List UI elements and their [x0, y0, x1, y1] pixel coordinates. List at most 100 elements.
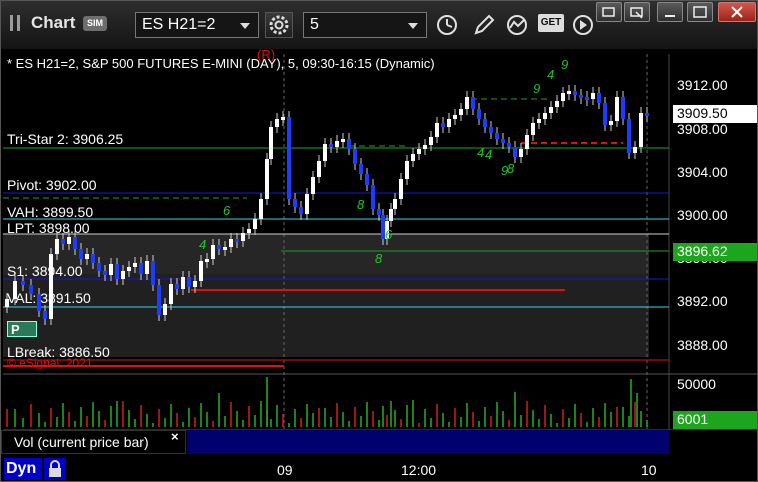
- sequence-digit: 9: [561, 57, 568, 72]
- candle-body: [317, 161, 321, 177]
- candle-body: [241, 233, 245, 241]
- sequence-digit: 4: [547, 67, 554, 82]
- candle-body: [633, 147, 637, 153]
- lock-icon: [49, 460, 61, 477]
- sequence-digit: 9: [533, 81, 540, 96]
- candle-body: [453, 115, 457, 119]
- drag-grip-icon[interactable]: [10, 15, 20, 31]
- time-label: 12:00: [401, 462, 437, 478]
- settings-button[interactable]: [265, 12, 293, 38]
- candle-body: [603, 103, 607, 125]
- minimize-button[interactable]: [657, 2, 683, 22]
- candle-body: [489, 127, 493, 133]
- interval-input[interactable]: 5: [303, 12, 427, 38]
- get-data-label: GET: [540, 17, 562, 28]
- candle-body: [371, 185, 375, 209]
- time-label: 10: [641, 462, 657, 478]
- price-axis-label: 3908.00: [677, 121, 728, 137]
- candle-body: [67, 237, 71, 244]
- candle-body: [435, 123, 439, 137]
- candle-body: [389, 209, 393, 221]
- sequence-digit: 4: [477, 145, 484, 160]
- dynamic-button[interactable]: Dyn: [4, 458, 42, 480]
- candle-body: [519, 149, 523, 157]
- candle-body: [145, 261, 149, 274]
- candle-body: [157, 285, 161, 315]
- dock-window-button[interactable]: [624, 2, 650, 22]
- play-icon[interactable]: [571, 14, 595, 36]
- candle-body: [399, 179, 403, 199]
- candle-body: [85, 254, 89, 259]
- candle-body: [43, 311, 47, 319]
- minimize-icon: [665, 15, 675, 17]
- sequence-digit: 4: [199, 237, 206, 252]
- candle-body: [73, 237, 77, 249]
- candle-body: [187, 277, 191, 287]
- sequence-digit: 6: [385, 227, 393, 242]
- candle-body: [133, 263, 137, 267]
- candle-body: [621, 97, 625, 119]
- candle-body: [627, 119, 631, 153]
- candle-body: [531, 123, 535, 135]
- sequence-digit: 8: [375, 251, 383, 266]
- close-button[interactable]: [718, 2, 756, 22]
- candle-body: [229, 239, 233, 247]
- study-legend-text: Vol (current price bar): [14, 434, 149, 450]
- lpt-label: LPT: 3898.00: [7, 220, 90, 236]
- study-panel-axis: [669, 430, 757, 454]
- tristar-label: Tri-Star 2: 3906.25: [7, 131, 124, 147]
- candle-body: [61, 239, 65, 244]
- candle-body: [281, 117, 285, 120]
- legend-close-icon[interactable]: ×: [171, 429, 179, 444]
- candle-body: [253, 219, 257, 229]
- candle-body: [91, 254, 95, 263]
- candle-body: [121, 271, 125, 279]
- chart-area[interactable]: 948964869484 * ES H21=2, S&P 500 FUTURES…: [1, 47, 758, 482]
- candle-body: [211, 245, 215, 259]
- candle-body: [495, 133, 499, 139]
- candle-body: [471, 97, 475, 109]
- sim-badge: SIM: [83, 16, 107, 31]
- val-label: VAL: 3891.50: [7, 290, 91, 306]
- study-legend[interactable]: Vol (current price bar): [1, 430, 186, 454]
- red-marker: (R): [257, 47, 276, 62]
- candle-body: [561, 93, 565, 101]
- candle-body: [411, 154, 415, 161]
- candle-body: [55, 239, 59, 254]
- maximize-icon: [693, 6, 707, 18]
- candle-body: [103, 271, 107, 275]
- get-data-button[interactable]: GET: [538, 14, 564, 32]
- study-icon[interactable]: [505, 14, 529, 36]
- candle-body: [341, 139, 345, 142]
- candle-body: [97, 263, 101, 271]
- chevron-down-icon[interactable]: [408, 23, 418, 29]
- position-badge[interactable]: P: [7, 321, 37, 337]
- price-axis-label: 3912.00: [677, 77, 728, 93]
- candle-body: [483, 119, 487, 127]
- restore-window-button[interactable]: [596, 2, 622, 22]
- candle-body: [79, 249, 83, 259]
- gear-icon: [269, 15, 289, 35]
- price-chart[interactable]: 948964869484: [1, 49, 758, 482]
- price-axis-label: 3892.00: [677, 293, 728, 309]
- candle-body: [353, 149, 357, 164]
- pencil-icon[interactable]: [472, 14, 496, 36]
- candle-body: [513, 147, 517, 157]
- lock-button[interactable]: [44, 458, 66, 480]
- candle-body: [127, 267, 131, 271]
- candle-body: [235, 239, 239, 242]
- clock-icon[interactable]: [435, 14, 459, 36]
- candle-body: [163, 304, 167, 315]
- candle-body: [109, 264, 113, 275]
- maximize-button[interactable]: [687, 2, 713, 22]
- symbol-input[interactable]: ES H21=2: [135, 12, 259, 38]
- candle-body: [347, 139, 351, 149]
- candle-body: [299, 207, 303, 214]
- title-bar[interactable]: Chart SIM ES H21=2 5 GET: [1, 1, 757, 49]
- candle-body: [525, 135, 529, 149]
- candle-body: [293, 199, 297, 207]
- chevron-down-icon[interactable]: [240, 23, 250, 29]
- candle-body: [287, 117, 291, 199]
- candle-body: [429, 137, 433, 145]
- candle-body: [477, 109, 481, 119]
